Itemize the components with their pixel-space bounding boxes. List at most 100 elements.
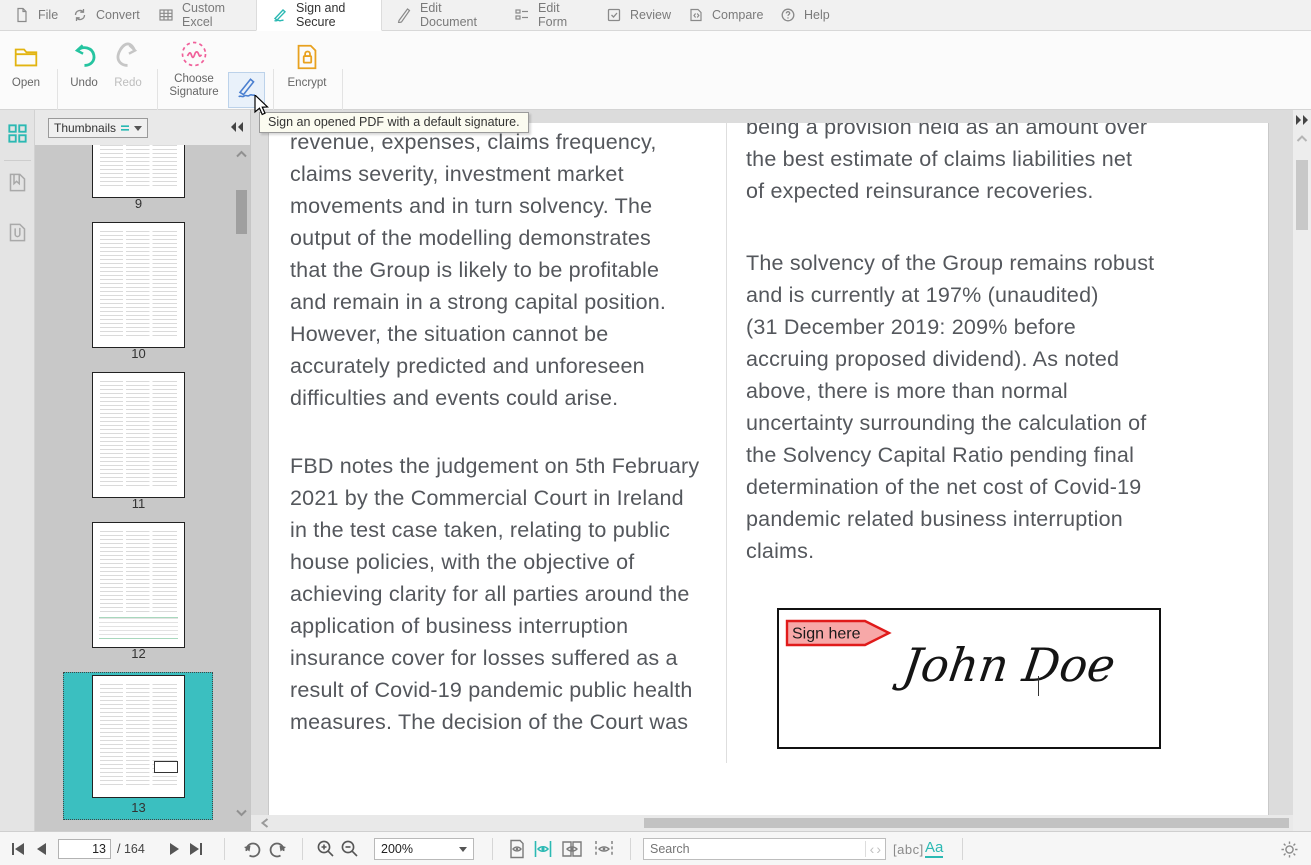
paragraph-2: FBD notes the judgement on 5th February2… [290,454,699,742]
continuous-view-button[interactable] [532,832,554,865]
text-line: of expected reinsurance recoveries. [746,179,1154,211]
tab-help-label: Help [804,8,830,22]
thumbnails-scrollbar[interactable] [235,145,248,831]
text-line: that the Group is likely to be profitabl… [290,258,699,290]
tab-edit-document[interactable]: Edit Document [382,0,500,30]
thumbnail-label-12: 12 [92,646,185,661]
sign-button-tooltip: Sign an opened PDF with a default signat… [259,112,529,133]
text-line: the best estimate of claims liabilities … [746,147,1154,179]
scroll-down-icon[interactable] [235,808,248,819]
first-page-button[interactable] [10,832,26,865]
text-line: revenue, expenses, claims frequency, [290,130,699,162]
text-line: accurately predicted and unforeseen [290,354,699,386]
compare-icon [688,7,704,23]
edit-pen-icon [396,7,412,23]
scroll-left-icon[interactable] [259,818,271,828]
collapse-panel-icon[interactable] [230,120,244,138]
open-button[interactable]: Open [4,37,48,90]
attachments-panel-icon[interactable] [7,222,28,248]
document-column-1: revenue, expenses, claims frequency,clai… [290,130,699,742]
zoom-out-button[interactable] [340,832,360,865]
text-line: 2021 by the Commercial Court in Ireland [290,486,699,518]
vertical-scrollbar[interactable] [1293,110,1311,831]
convert-icon [72,7,88,23]
brightness-toggle[interactable] [1280,832,1299,865]
scrollbar-thumb[interactable] [644,818,1289,828]
zoom-level-select[interactable]: 200% [374,832,474,865]
text-line: output of the modelling demonstrates [290,226,699,258]
text-line: above, there is more than normal [746,379,1154,411]
tab-file[interactable]: File [0,0,58,30]
pdf-editor-window: File Convert Custom Excel Sign and Secur… [0,0,1311,865]
tab-edit-form[interactable]: Edit Form [500,0,592,30]
bookmarks-panel-icon[interactable] [7,172,28,198]
thumbnails-dropdown[interactable]: Thumbnails [48,118,148,138]
thumbnail-label-13: 13 [92,800,185,815]
continuous-facing-view-button[interactable] [592,832,616,865]
navigation-rail [0,110,35,831]
match-case-toggle[interactable]: Aa [925,832,943,865]
tab-convert[interactable]: Convert [58,0,144,30]
scrollbar-thumb[interactable] [236,190,247,234]
sign-here-flag[interactable]: Sign here [785,619,893,652]
review-check-icon [606,7,622,23]
scroll-up-icon[interactable] [1296,134,1308,143]
text-caret [1038,676,1039,696]
previous-page-button[interactable] [34,832,48,865]
signature-field[interactable]: Sign here John Doe [777,608,1161,749]
text-line: FBD notes the judgement on 5th February [290,454,699,486]
tab-sign-and-secure[interactable]: Sign and Secure [256,0,382,31]
text-line: and is currently at 197% (unaudited) [746,283,1154,315]
encrypt-lock-icon [283,37,331,77]
file-icon [14,7,30,23]
ribbon-tab-bar: File Convert Custom Excel Sign and Secur… [0,0,1311,31]
match-whole-word-toggle[interactable]: [abc] [893,832,924,865]
encrypt-button[interactable]: Encrypt [283,37,331,90]
scrollbar-thumb[interactable] [1296,160,1308,230]
text-line: claims. [746,539,1154,571]
scroll-up-icon[interactable] [235,149,248,160]
text-line: application of business interruption [290,614,699,646]
thumbnail-page-10[interactable] [92,222,185,348]
text-line: house policies, with the objective of [290,550,699,582]
search-input[interactable] [644,842,865,856]
redo-button[interactable]: Redo [106,37,150,90]
text-line: movements and in turn solvency. The [290,194,699,226]
text-line: and remain in a strong capital position. [290,290,699,322]
tab-compare[interactable]: Compare [674,0,766,30]
tab-help[interactable]: Help [766,0,836,30]
tab-review[interactable]: Review [592,0,674,30]
last-page-button[interactable] [188,832,204,865]
thumbnail-page-13[interactable] [92,675,185,798]
rotate-counterclockwise-button[interactable] [266,832,288,865]
page-number-input[interactable] [58,839,111,859]
undo-button[interactable]: Undo [62,37,106,90]
single-page-view-button[interactable] [506,832,528,865]
paragraph-1: revenue, expenses, claims frequency,clai… [290,130,699,418]
thumbnail-page-11[interactable] [92,372,185,498]
tab-edit-form-label: Edit Form [538,1,578,29]
rotate-clockwise-button[interactable] [242,832,264,865]
table-icon [158,7,174,23]
menu-lines-icon [120,123,130,133]
zoom-in-button[interactable] [316,832,336,865]
horizontal-scrollbar[interactable] [251,815,1294,831]
tab-file-label: File [38,8,58,22]
search-next-icon[interactable]: › [876,841,881,857]
search-field[interactable]: ‹ › [643,832,886,865]
undo-icon [62,37,106,77]
thumbnail-page-9[interactable] [92,145,185,198]
next-page-button[interactable] [168,832,182,865]
text-line: pandemic related business interruption [746,507,1154,539]
sign-pen-icon [271,7,288,24]
choose-signature-button[interactable]: Choose Signature [164,37,224,99]
page-number-field[interactable]: / 164 [58,832,145,865]
thumbnails-panel-icon[interactable] [7,123,28,149]
thumbnail-signature-field [154,761,178,773]
tab-custom-excel[interactable]: Custom Excel [144,0,256,30]
search-previous-icon[interactable]: ‹ [870,841,875,857]
facing-pages-view-button[interactable] [560,832,584,865]
thumbnail-page-12[interactable] [92,522,185,648]
collapse-right-panel-icon[interactable] [1295,114,1309,126]
text-line: insurance cover for losses suffered as a [290,646,699,678]
